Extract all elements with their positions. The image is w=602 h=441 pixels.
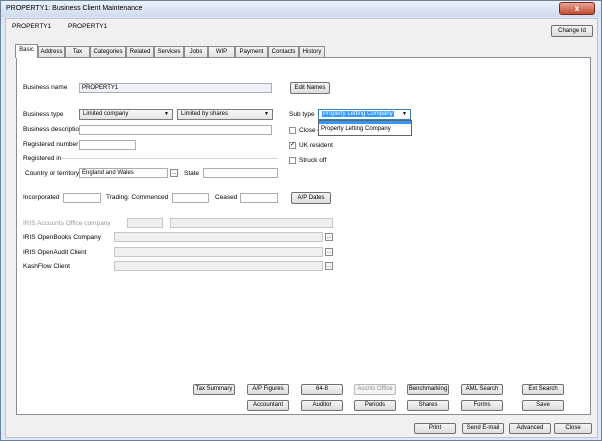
iris-accounts-office-label: IRIS Accounts Office company <box>23 220 111 227</box>
periods-button[interactable]: Periods <box>354 400 396 411</box>
chevron-down-icon: ▼ <box>164 111 169 117</box>
chevron-down-icon: ▼ <box>402 111 407 117</box>
uk-resident-checkbox[interactable]: ✓ <box>289 142 296 149</box>
ceased-field[interactable] <box>240 193 278 203</box>
close-button[interactable]: Close <box>554 423 592 434</box>
iris-accounts-office-name-field <box>170 218 333 228</box>
struck-off-checkbox[interactable] <box>289 157 296 164</box>
window-close-button[interactable]: x <box>559 2 595 15</box>
state-label: State <box>184 170 200 177</box>
country-field[interactable]: England and Wales <box>79 168 168 178</box>
sub-type-dropdown-list: Property Letting Company <box>318 120 412 136</box>
share-type-value: Limited by shares <box>181 111 229 117</box>
business-type-value: Limited company <box>83 111 129 117</box>
chevron-down-icon: ▼ <box>264 111 269 117</box>
accnts-office-button: Accnts Office <box>354 384 396 395</box>
client-name: PROPERTY1 <box>68 23 108 30</box>
dropdown-highlight <box>319 121 411 124</box>
auditor-button[interactable]: Auditor <box>301 400 343 411</box>
registered-in-label: Registered in <box>23 155 62 162</box>
iris-openbooks-field <box>114 232 323 242</box>
basic-tab-panel: Business name PROPERTY1 Edit Names Busin… <box>16 57 591 415</box>
tab-contacts[interactable]: Contacts <box>268 46 299 57</box>
incorporated-field[interactable] <box>63 193 101 203</box>
advanced-button[interactable]: Advanced <box>509 423 551 434</box>
iris-openaudit-label: IRIS OpenAudit Client <box>23 249 87 256</box>
ceased-label: Ceased <box>215 194 238 201</box>
tab-related[interactable]: Related <box>126 46 154 57</box>
tab-history[interactable]: History <box>299 46 325 57</box>
business-type-label: Business type <box>23 111 64 118</box>
shares-button[interactable]: Shares <box>407 400 449 411</box>
kashflow-lookup-icon[interactable]: … <box>325 262 333 270</box>
tab-payment[interactable]: Payment <box>235 46 268 57</box>
sub-type-value: Property Letting Company <box>322 111 394 117</box>
ap-figures-button[interactable]: A/P Figures <box>247 384 289 395</box>
iris-accounts-office-code-field <box>127 218 163 228</box>
tab-wip[interactable]: WIP <box>208 46 235 57</box>
save-button[interactable]: Save <box>522 400 564 411</box>
business-description-field[interactable] <box>79 125 272 135</box>
business-name-label: Business name <box>23 84 68 91</box>
sub-type-label: Sub type <box>289 111 315 118</box>
benchmarking-button[interactable]: Benchmarking <box>407 384 449 395</box>
forms-button[interactable]: Forms <box>461 400 503 411</box>
change-id-button[interactable]: Change Id <box>551 25 593 37</box>
incorporated-label: Incorporated <box>23 194 60 201</box>
uk-resident-label: UK resident <box>299 142 333 149</box>
registered-in-divider <box>61 158 278 159</box>
form-64-8-button[interactable]: 64-8 <box>301 384 343 395</box>
trading-commenced-label: Trading: Commenced <box>106 194 169 201</box>
kashflow-field <box>114 261 323 271</box>
tab-tax[interactable]: Tax <box>65 46 90 57</box>
tab-address[interactable]: Address <box>38 46 65 57</box>
close-company-checkbox[interactable] <box>289 127 296 134</box>
accountant-button[interactable]: Accountant <box>247 400 289 411</box>
business-type-select[interactable]: Limited company ▼ <box>79 109 173 120</box>
kashflow-label: KashFlow Client <box>23 263 70 270</box>
window-client-area: PROPERTY1 PROPERTY1 Change Id Basic Addr… <box>5 18 598 438</box>
iris-openbooks-lookup-icon[interactable]: … <box>325 233 333 241</box>
tab-services[interactable]: Services <box>154 46 184 57</box>
trading-commenced-field[interactable] <box>172 193 209 203</box>
tab-categories[interactable]: Categories <box>90 46 126 57</box>
sub-type-option[interactable]: Property Letting Company <box>319 125 411 133</box>
tab-jobs[interactable]: Jobs <box>184 46 208 57</box>
send-email-button[interactable]: Send E-mail <box>462 423 504 434</box>
sub-type-select[interactable]: Property Letting Company ▼ <box>318 109 411 120</box>
struck-off-label: Struck off <box>299 157 327 164</box>
window-title: PROPERTY1: Business Client Maintenance <box>6 5 143 12</box>
ext-search-button[interactable]: Ext Search <box>522 384 564 395</box>
share-type-select[interactable]: Limited by shares ▼ <box>177 109 273 120</box>
iris-openaudit-field <box>114 247 323 257</box>
ap-dates-button[interactable]: A/P Dates <box>291 192 331 204</box>
business-description-label: Business description <box>23 126 83 133</box>
client-code: PROPERTY1 <box>12 23 52 30</box>
tab-basic[interactable]: Basic <box>15 44 38 58</box>
country-label: Country or territory <box>25 170 80 177</box>
iris-openbooks-label: IRIS OpenBooks Company <box>23 234 102 241</box>
edit-names-button[interactable]: Edit Names <box>290 82 330 94</box>
registered-number-label: Registered number <box>23 141 79 148</box>
print-button[interactable]: Print <box>414 423 456 434</box>
client-maintenance-window: PROPERTY1: Business Client Maintenance x… <box>0 0 602 441</box>
tax-summary-button[interactable]: Tax Summary <box>193 384 235 395</box>
registered-number-field[interactable] <box>79 140 136 150</box>
business-name-field[interactable]: PROPERTY1 <box>79 83 272 93</box>
aml-search-button[interactable]: AML Search <box>461 384 503 395</box>
state-field[interactable] <box>203 168 278 178</box>
iris-openaudit-lookup-icon[interactable]: … <box>325 248 333 256</box>
country-lookup-icon[interactable]: … <box>170 169 178 177</box>
title-bar: PROPERTY1: Business Client Maintenance x <box>1 1 601 17</box>
